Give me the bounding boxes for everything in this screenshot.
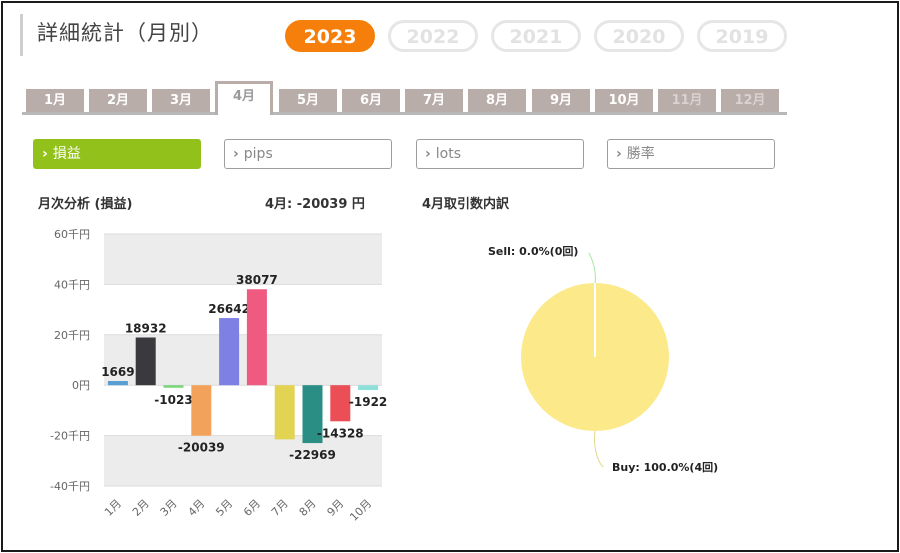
tab-month-6[interactable]: 6月: [342, 89, 400, 112]
bar-7月: [274, 385, 295, 440]
tab-month-9[interactable]: 9月: [532, 89, 590, 112]
year-2019-button[interactable]: 2019: [697, 20, 787, 52]
grid-band: [104, 435, 382, 486]
bar-value-label: 26642: [208, 302, 250, 316]
year-2021-button[interactable]: 2021: [491, 20, 581, 52]
pie-label-leader: [594, 430, 604, 468]
tab-month-10[interactable]: 10月: [595, 89, 653, 112]
x-tick-label: 6月: [241, 497, 263, 519]
bar-4月: [191, 385, 212, 436]
x-tick-label: 10月: [347, 497, 374, 524]
x-tick-label: 9月: [325, 497, 347, 519]
metric-pips-label: pips: [243, 146, 273, 162]
chart-canvas: 60千円 40千円 20千円 0円 -20千円 -40千円 1669 1月 18932 2月 -10…: [50, 228, 718, 524]
bar-value-label: 1669: [101, 365, 134, 379]
x-tick-label: 1月: [102, 497, 124, 519]
x-tick-label: 2月: [130, 497, 152, 519]
tab-month-2[interactable]: 2月: [89, 89, 147, 112]
bar-value-label: -22969: [289, 448, 336, 462]
tab-month-7[interactable]: 7月: [405, 89, 463, 112]
bar-value-label: 18932: [125, 321, 167, 335]
bar-value-label: -1023: [154, 393, 192, 407]
year-2023-button[interactable]: 2023: [285, 20, 375, 52]
tab-month-4[interactable]: 4月: [215, 81, 273, 115]
pie-label-sell: Sell: 0.0%(0回): [488, 244, 578, 258]
pie-chart-title: 4月取引数内訳: [422, 197, 510, 212]
chevron-right-icon: ›: [42, 146, 48, 162]
metric-lots-label: lots: [435, 146, 462, 162]
chevron-right-icon: ›: [233, 146, 239, 162]
x-tick-label: 3月: [158, 497, 180, 519]
tab-month-8[interactable]: 8月: [468, 89, 526, 112]
tab-month-12[interactable]: 12月: [721, 89, 779, 112]
tab-month-5[interactable]: 5月: [279, 89, 337, 112]
chevron-right-icon: ›: [425, 146, 431, 162]
pie-label-buy: Buy: 100.0%(4回): [612, 460, 718, 474]
year-2020-button[interactable]: 2020: [594, 20, 684, 52]
y-tick-label: -40千円: [50, 480, 90, 493]
bar-5月: [219, 318, 240, 386]
year-2022-button[interactable]: 2022: [388, 20, 478, 52]
bar-1月: [107, 380, 128, 386]
bar-value-label: 38077: [236, 273, 278, 287]
metric-pips-button[interactable]: › pips: [224, 139, 392, 169]
x-tick-label: 5月: [213, 497, 235, 519]
bar-value-label: -1922: [349, 395, 387, 409]
month-summary: 4月: -20039 円: [265, 197, 365, 212]
bar-10月: [358, 385, 379, 391]
y-tick-label: 60千円: [54, 228, 90, 241]
x-tick-label: 8月: [297, 497, 319, 519]
tab-month-3[interactable]: 3月: [152, 89, 210, 112]
metric-profit-label: 損益: [52, 146, 81, 162]
bar-6月: [246, 289, 267, 386]
bar-2月: [135, 337, 156, 386]
month-tab-bar: [22, 112, 787, 115]
chevron-right-icon: ›: [616, 146, 622, 162]
metric-winrate-label: 勝率: [626, 146, 655, 162]
metric-lots-button[interactable]: › lots: [416, 139, 584, 169]
bar-3月: [163, 385, 184, 388]
y-tick-label: 0円: [72, 379, 90, 392]
metric-winrate-button[interactable]: › 勝率: [607, 139, 775, 169]
y-tick-label: -20千円: [50, 430, 90, 443]
bar-9月: [330, 385, 351, 422]
y-tick-label: 40千円: [54, 278, 90, 291]
x-tick-label: 7月: [269, 497, 291, 519]
y-tick-label: 20千円: [54, 329, 90, 342]
tab-month-1[interactable]: 1月: [26, 89, 84, 112]
bar-chart-title: 月次分析 (損益): [38, 197, 133, 212]
bar-value-label: -14328: [317, 426, 364, 440]
bar-value-label: -20039: [178, 441, 225, 455]
page-title-block: 詳細統計（月別）: [20, 14, 213, 56]
tab-month-11[interactable]: 11月: [658, 89, 716, 112]
pie-label-leader: [588, 252, 596, 284]
metric-profit-button[interactable]: › 損益: [33, 139, 201, 169]
page-title: 詳細統計（月別）: [37, 21, 213, 45]
x-tick-label: 4月: [186, 497, 208, 519]
